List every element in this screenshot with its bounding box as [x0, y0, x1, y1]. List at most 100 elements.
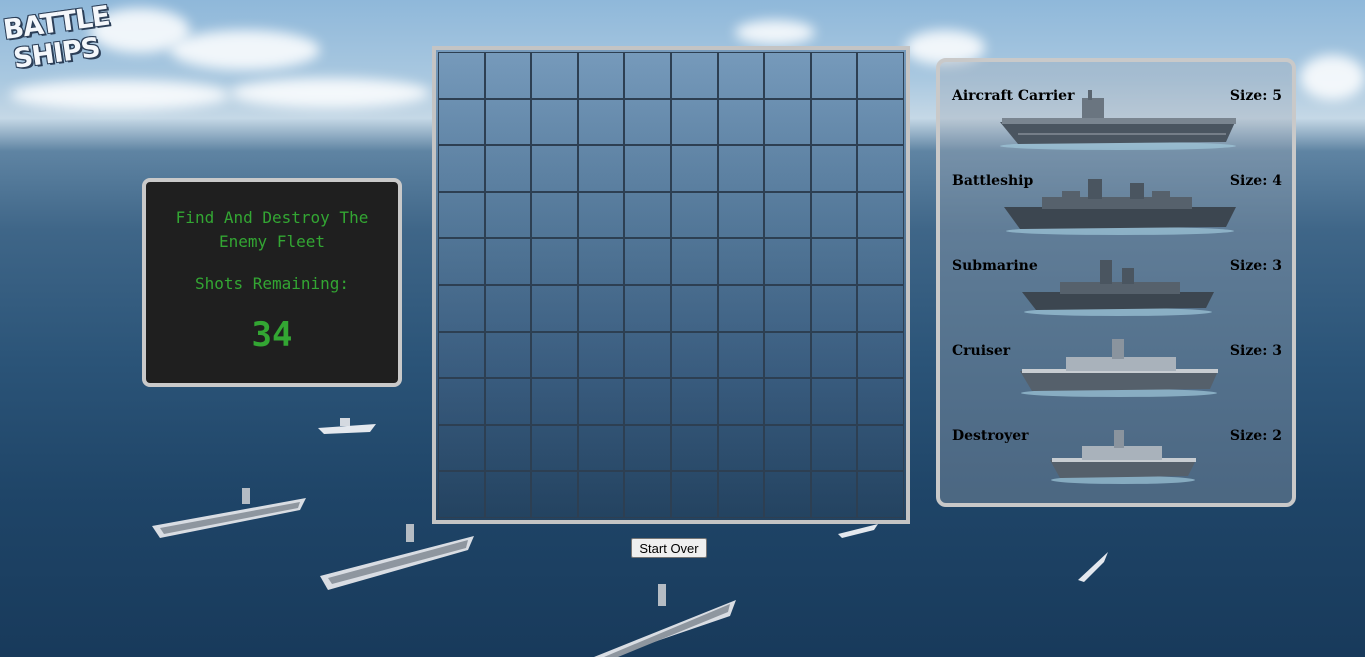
board-cell[interactable] [438, 471, 485, 518]
board-cell[interactable] [810, 424, 858, 472]
board-cell[interactable] [670, 238, 718, 285]
board-cell[interactable] [484, 98, 532, 146]
board-cell[interactable] [857, 471, 904, 518]
board-cell[interactable] [531, 238, 578, 285]
board-cell[interactable] [857, 378, 904, 425]
board-cell[interactable] [717, 98, 765, 146]
board-cell[interactable] [857, 191, 904, 239]
board-cell[interactable] [764, 191, 811, 239]
board-cell[interactable] [624, 284, 671, 332]
board-cell[interactable] [670, 424, 718, 472]
board-cell[interactable] [764, 331, 811, 379]
board-cell[interactable] [484, 331, 532, 379]
board-cell[interactable] [764, 424, 811, 472]
board-cell[interactable] [531, 52, 578, 99]
board-cell[interactable] [577, 238, 625, 285]
board-cell[interactable] [810, 238, 858, 285]
board-cell[interactable] [670, 191, 718, 239]
board-cell[interactable] [438, 378, 485, 425]
board-cell[interactable] [624, 98, 671, 146]
board-cell[interactable] [531, 471, 578, 518]
board-cell[interactable] [717, 191, 765, 239]
board-cell[interactable] [764, 238, 811, 285]
board-cell[interactable] [670, 331, 718, 379]
board-cell[interactable] [484, 145, 532, 192]
board-cell[interactable] [717, 238, 765, 285]
board-cell[interactable] [810, 331, 858, 379]
board-cell[interactable] [438, 191, 485, 239]
board-cell[interactable] [857, 145, 904, 192]
board-cell[interactable] [717, 424, 765, 472]
board-cell[interactable] [717, 331, 765, 379]
board-cell[interactable] [624, 145, 671, 192]
board-cell[interactable] [857, 98, 904, 146]
board-cell[interactable] [531, 331, 578, 379]
board-cell[interactable] [624, 471, 671, 518]
board-cell[interactable] [764, 145, 811, 192]
board-cell[interactable] [857, 238, 904, 285]
board-cell[interactable] [577, 191, 625, 239]
board-cell[interactable] [717, 284, 765, 332]
board-cell[interactable] [624, 424, 671, 472]
board-cell[interactable] [484, 378, 532, 425]
board-cell[interactable] [624, 238, 671, 285]
start-over-button[interactable]: Start Over [631, 538, 707, 558]
board-cell[interactable] [810, 98, 858, 146]
board-cell[interactable] [484, 191, 532, 239]
board-cell[interactable] [577, 378, 625, 425]
board-cell[interactable] [670, 378, 718, 425]
board-cell[interactable] [670, 98, 718, 146]
board-cell[interactable] [670, 471, 718, 518]
board-cell[interactable] [531, 284, 578, 332]
board-cell[interactable] [484, 471, 532, 518]
board-cell[interactable] [438, 145, 485, 192]
board-cell[interactable] [857, 284, 904, 332]
board-cell[interactable] [810, 284, 858, 332]
board-cell[interactable] [484, 424, 532, 472]
board-cell[interactable] [531, 191, 578, 239]
board-cell[interactable] [764, 52, 811, 99]
board-cell[interactable] [531, 98, 578, 146]
board-cell[interactable] [857, 331, 904, 379]
board-cell[interactable] [484, 52, 532, 99]
board-cell[interactable] [438, 52, 485, 99]
board-cell[interactable] [670, 145, 718, 192]
board-cell[interactable] [577, 145, 625, 192]
board-cell[interactable] [577, 471, 625, 518]
board-cell[interactable] [438, 331, 485, 379]
board-cell[interactable] [810, 471, 858, 518]
board-cell[interactable] [764, 471, 811, 518]
board-cell[interactable] [624, 191, 671, 239]
board-cell[interactable] [531, 145, 578, 192]
board-cell[interactable] [438, 98, 485, 146]
board-cell[interactable] [531, 424, 578, 472]
board-cell[interactable] [810, 378, 858, 425]
board-cell[interactable] [484, 238, 532, 285]
board-cell[interactable] [810, 145, 858, 192]
board-cell[interactable] [577, 331, 625, 379]
board-cell[interactable] [577, 284, 625, 332]
board-cell[interactable] [670, 52, 718, 99]
board-cell[interactable] [810, 52, 858, 99]
board-cell[interactable] [810, 191, 858, 239]
board-cell[interactable] [438, 284, 485, 332]
board-cell[interactable] [717, 378, 765, 425]
board-cell[interactable] [764, 378, 811, 425]
board-cell[interactable] [717, 145, 765, 192]
board-cell[interactable] [484, 284, 532, 332]
board-cell[interactable] [764, 98, 811, 146]
board-cell[interactable] [717, 471, 765, 518]
board-cell[interactable] [624, 331, 671, 379]
board-cell[interactable] [577, 98, 625, 146]
board-cell[interactable] [857, 424, 904, 472]
board-cell[interactable] [717, 52, 765, 99]
board-cell[interactable] [577, 424, 625, 472]
board-cell[interactable] [438, 238, 485, 285]
board-cell[interactable] [764, 284, 811, 332]
board-cell[interactable] [624, 52, 671, 99]
board-cell[interactable] [624, 378, 671, 425]
board-cell[interactable] [577, 52, 625, 99]
board-cell[interactable] [670, 284, 718, 332]
board-cell[interactable] [438, 424, 485, 472]
board-cell[interactable] [531, 378, 578, 425]
